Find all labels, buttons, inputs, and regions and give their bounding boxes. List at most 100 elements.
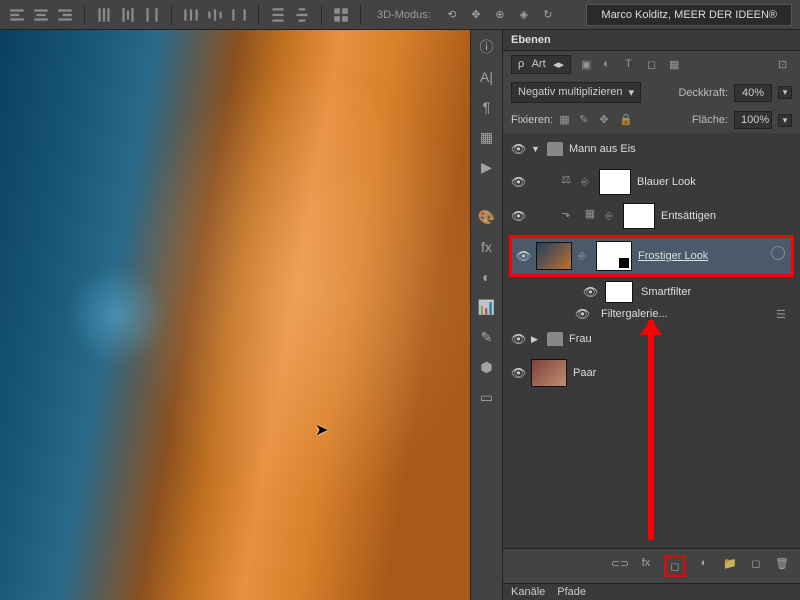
pan-icon[interactable]: ✥	[467, 6, 485, 24]
info-icon[interactable]: ⓘ	[476, 36, 498, 58]
layer-name[interactable]: Paar	[573, 367, 596, 379]
character-icon[interactable]: A|	[476, 66, 498, 88]
lock-trans-icon[interactable]: ▦	[559, 113, 573, 127]
filter-image-icon[interactable]: ▣	[581, 58, 595, 72]
filter-type-select[interactable]: ρ Art◂▸	[511, 55, 571, 74]
lock-pos-icon[interactable]: ✥	[599, 113, 613, 127]
visibility-icon[interactable]: 👁	[583, 285, 597, 299]
smartfilter-row[interactable]: 👁 Smartfilter	[503, 279, 800, 305]
swatches-icon[interactable]: 🎨	[476, 206, 498, 228]
add-mask-icon[interactable]: ◻	[664, 555, 686, 577]
actions-icon[interactable]: ▦	[476, 126, 498, 148]
visibility-icon[interactable]: 👁	[511, 209, 525, 223]
filter-shape-icon[interactable]: ◻	[647, 58, 661, 72]
layer-name[interactable]: Entsättigen	[661, 210, 716, 222]
hue-sat-icon: ▦	[581, 207, 599, 225]
paragraph-icon[interactable]: ¶	[476, 96, 498, 118]
folder-icon	[547, 142, 563, 156]
distribute-v-icon[interactable]	[293, 6, 311, 24]
visibility-icon[interactable]: 👁	[575, 307, 589, 321]
layer-group-row[interactable]: 👁 ▼ Mann aus Eis	[503, 133, 800, 165]
layer-mask-thumb[interactable]	[623, 203, 655, 229]
filter-row: ρ Art◂▸ ▣ ◐ T ◻ ▦ ⊡	[503, 51, 800, 78]
align-icon[interactable]	[32, 6, 50, 24]
smartfilter-label: Smartfilter	[641, 286, 691, 298]
opacity-label: Deckkraft:	[678, 87, 728, 99]
styles-icon[interactable]: fx	[476, 236, 498, 258]
blend-row: Negativ multiplizieren▾ Deckkraft: 40% ▾	[503, 78, 800, 107]
new-group-icon[interactable]: 📁	[722, 555, 738, 571]
layer-row[interactable]: 👁 ⬎ ▦ ⎆ Entsättigen	[503, 199, 800, 233]
orbit-icon[interactable]: ⟲	[443, 6, 461, 24]
layer-panel-footer: ⊂⊃ fx ◻ ◐ 📁 ◻ 🗑	[503, 548, 800, 583]
distribute-h-icon[interactable]	[206, 6, 224, 24]
annotation-arrow	[648, 320, 654, 540]
visibility-icon[interactable]: 👁	[511, 175, 525, 189]
delete-icon[interactable]: 🗑	[774, 555, 790, 571]
filter-type-icon[interactable]: T	[625, 58, 639, 72]
expand-icon[interactable]: ▶	[531, 334, 541, 345]
filter-toggle-icon[interactable]: ⊡	[778, 58, 792, 72]
layer-mask-thumb[interactable]	[596, 241, 632, 271]
layer-name[interactable]: Frostiger Look	[638, 250, 708, 262]
opacity-dropdown-icon[interactable]: ▾	[778, 86, 792, 99]
new-layer-icon[interactable]: ◻	[748, 555, 764, 571]
filter-mask-thumb[interactable]	[605, 281, 633, 303]
notes-icon[interactable]: ▭	[476, 386, 498, 408]
3d-icon[interactable]: ⬢	[476, 356, 498, 378]
layer-name[interactable]: Frau	[569, 333, 592, 345]
fill-dropdown-icon[interactable]: ▾	[778, 114, 792, 127]
visibility-icon[interactable]: 👁	[511, 332, 525, 346]
link-icon: ⎆	[581, 177, 593, 188]
play-icon[interactable]: ▶	[476, 156, 498, 178]
smart-object-icon	[771, 246, 785, 260]
filter-adjust-icon[interactable]: ◐	[603, 58, 617, 72]
visibility-icon[interactable]: 👁	[511, 142, 525, 156]
paths-tab[interactable]: Pfade	[557, 586, 586, 598]
layer-thumb[interactable]	[536, 242, 572, 270]
scale-3d-icon[interactable]: ◈	[515, 6, 533, 24]
lock-pixels-icon[interactable]: ✎	[579, 113, 593, 127]
layer-name[interactable]: Blauer Look	[637, 176, 696, 188]
layer-thumb[interactable]	[531, 359, 567, 387]
expand-icon[interactable]: ▼	[531, 144, 541, 154]
visibility-icon[interactable]: 👁	[516, 249, 530, 263]
collapsed-panels: ⓘ A| ¶ ▦ ▶ 🎨 fx ◐ 📊 ✎ ⬢ ▭	[470, 30, 502, 600]
new-adjustment-icon[interactable]: ◐	[696, 555, 712, 571]
histogram-icon[interactable]: 📊	[476, 296, 498, 318]
filter-options-icon[interactable]: ☰	[776, 308, 792, 321]
visibility-icon[interactable]: 👁	[511, 366, 525, 380]
separator	[321, 5, 322, 25]
lock-all-icon[interactable]: 🔒	[619, 113, 633, 127]
document-canvas[interactable]: ➤	[0, 30, 470, 600]
auto-align-icon[interactable]	[332, 6, 350, 24]
distribute-icon[interactable]	[95, 6, 113, 24]
opacity-input[interactable]: 40%	[734, 84, 772, 102]
layer-mask-thumb[interactable]	[599, 169, 631, 195]
move-3d-icon[interactable]: ⊕	[491, 6, 509, 24]
distribute-h-icon[interactable]	[182, 6, 200, 24]
distribute-v-icon[interactable]	[269, 6, 287, 24]
options-toolbar: 3D-Modus: ⟲ ✥ ⊕ ◈ ↻ Marco Kolditz, MEER …	[0, 0, 800, 30]
brush-icon[interactable]: ✎	[476, 326, 498, 348]
filter-smart-icon[interactable]: ▦	[669, 58, 683, 72]
fx-icon[interactable]: fx	[638, 555, 654, 571]
adjustments-icon[interactable]: ◐	[476, 266, 498, 288]
layer-name[interactable]: Mann aus Eis	[569, 143, 636, 155]
distribute-icon[interactable]	[143, 6, 161, 24]
align-icon[interactable]	[8, 6, 26, 24]
panel-tab-bar: Ebenen	[503, 30, 800, 51]
layer-row[interactable]: 👁 ⚖ ⎆ Blauer Look	[503, 165, 800, 199]
align-icon[interactable]	[56, 6, 74, 24]
layer-row-selected[interactable]: 👁 ⎆ Frostiger Look	[509, 235, 794, 277]
separator	[84, 5, 85, 25]
blend-mode-select[interactable]: Negativ multiplizieren▾	[511, 82, 641, 103]
bottom-tabs: Kanäle Pfade	[503, 583, 800, 600]
rotate-3d-icon[interactable]: ↻	[539, 6, 557, 24]
distribute-icon[interactable]	[119, 6, 137, 24]
layers-tab[interactable]: Ebenen	[511, 34, 551, 46]
link-layers-icon[interactable]: ⊂⊃	[612, 555, 628, 571]
distribute-h-icon[interactable]	[230, 6, 248, 24]
fill-input[interactable]: 100%	[734, 111, 772, 129]
channels-tab[interactable]: Kanäle	[511, 586, 545, 598]
